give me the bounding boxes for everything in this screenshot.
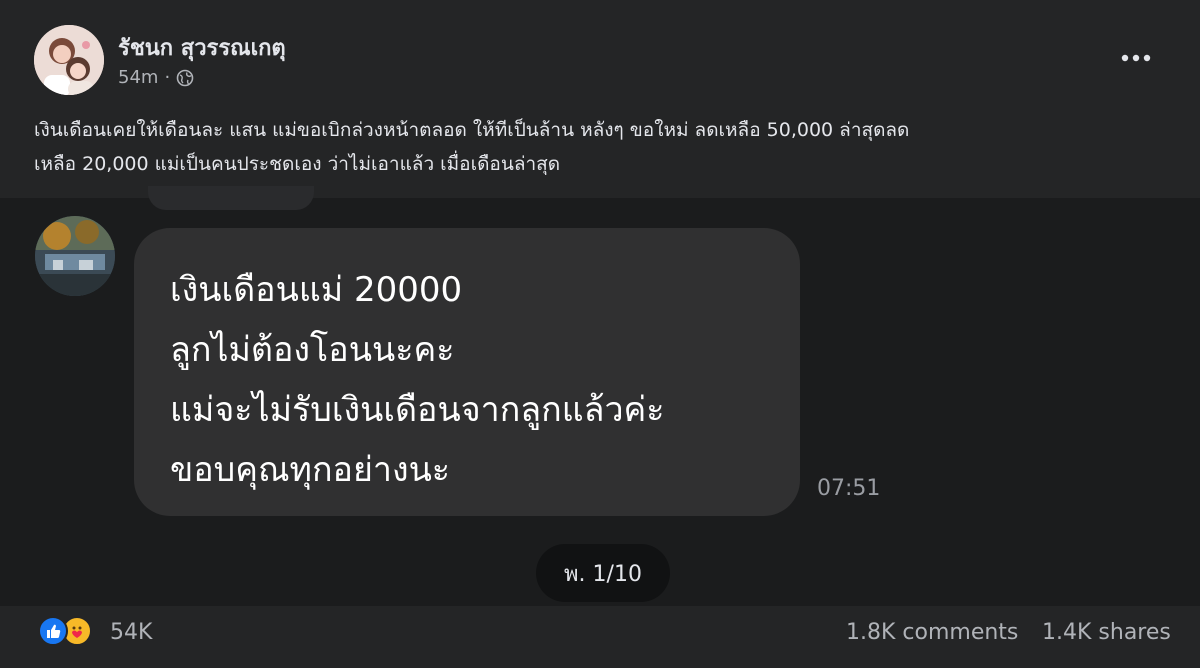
- previous-message-bubble-edge: [148, 186, 314, 210]
- message-line: ขอบคุณทุกอย่างนะ: [170, 450, 451, 490]
- meta-separator: ·: [164, 67, 171, 88]
- more-options-button[interactable]: [1112, 40, 1160, 76]
- reaction-icons[interactable]: [38, 616, 92, 646]
- message-line: แม่จะไม่รับเงินเดือนจากลูกแล้วค่ะ: [170, 390, 665, 430]
- post-caption: เงินเดือนเคยให้เดือนละ แสน แม่ขอเบิกล่วง…: [34, 113, 1174, 181]
- message-text: เงินเดือนแม่ 20000 ลูกไม่ต้องโอนนะคะ แม่…: [170, 260, 665, 500]
- post-footer: [0, 606, 1200, 668]
- shares-count[interactable]: 1.4K shares: [1042, 620, 1171, 645]
- date-separator-pill: พ. 1/10: [536, 544, 670, 602]
- caption-line: เหลือ 20,000 แม่เป็นคนประชดเอง ว่าไม่เอา…: [34, 153, 561, 175]
- sender-avatar-image: [35, 216, 115, 296]
- post-meta: 54m ·: [118, 67, 194, 88]
- message-timestamp: 07:51: [817, 476, 881, 501]
- caption-line: เงินเดือนเคยให้เดือนละ แสน แม่ขอเบิกล่วง…: [34, 119, 910, 141]
- reaction-count[interactable]: 54K: [110, 620, 152, 645]
- globe-icon[interactable]: [176, 69, 194, 87]
- message-line: เงินเดือนแม่ 20000: [170, 270, 463, 310]
- comments-count[interactable]: 1.8K comments: [846, 620, 1018, 645]
- author-avatar-image: [34, 25, 104, 95]
- sender-avatar: [35, 216, 115, 296]
- more-horizontal-icon: [1121, 54, 1151, 62]
- author-avatar[interactable]: [34, 25, 104, 95]
- message-line: ลูกไม่ต้องโอนนะคะ: [170, 330, 455, 370]
- author-name[interactable]: รัชนก สุวรรณเกตุ: [118, 30, 286, 65]
- like-icon[interactable]: [38, 616, 68, 646]
- post-time[interactable]: 54m: [118, 67, 158, 88]
- post-header: รัชนก สุวรรณเกตุ 54m · เงินเดือนเคยให้เด…: [0, 0, 1200, 198]
